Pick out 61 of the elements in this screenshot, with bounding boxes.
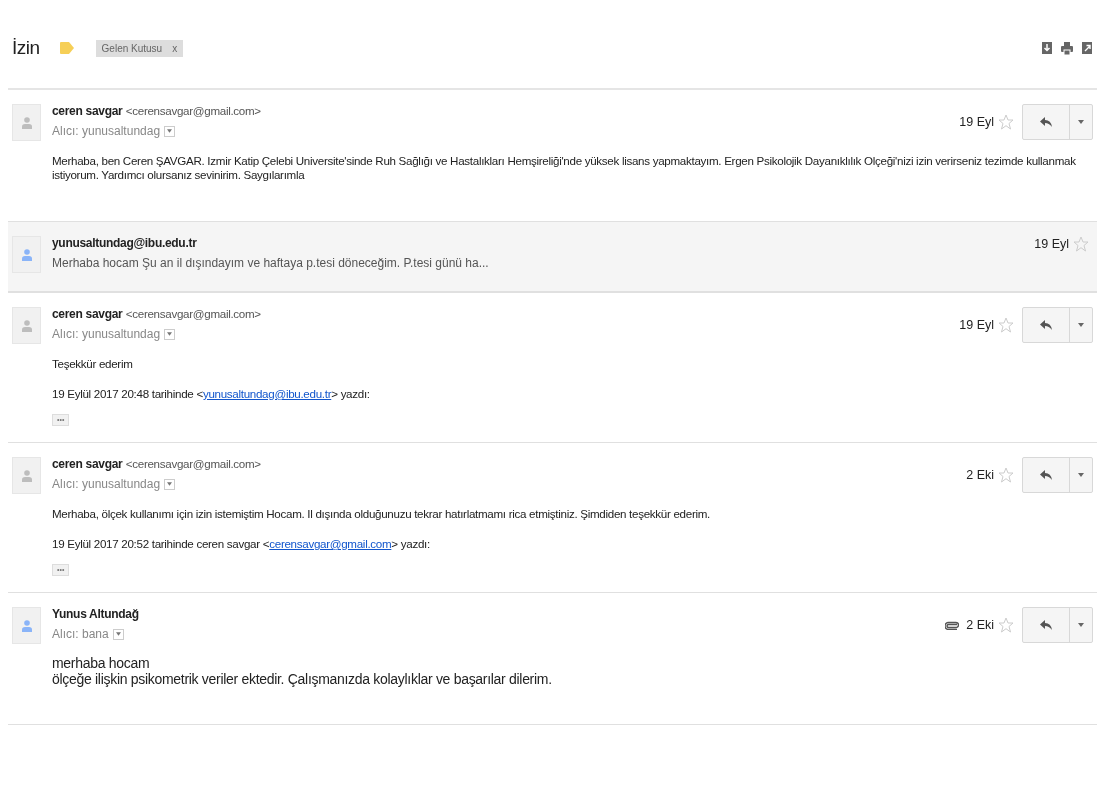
message-date: 19 Eyl xyxy=(1034,237,1069,251)
caret-icon xyxy=(167,332,173,336)
caret-icon xyxy=(1078,473,1084,477)
remove-label-button[interactable]: x xyxy=(172,42,178,54)
reply-button-group[interactable] xyxy=(1022,104,1093,140)
message-date: 2 Eki xyxy=(966,618,994,632)
sender-name: ceren savgar xyxy=(52,307,123,321)
message-body: Teşekkür ederim xyxy=(52,357,134,371)
details-dropdown[interactable] xyxy=(164,328,176,340)
label-chip[interactable]: Gelen Kutusu x xyxy=(95,39,184,57)
email-link[interactable]: yunusaltundag@ibu.edu.tr xyxy=(202,387,332,400)
reply-icon xyxy=(1040,117,1052,127)
star-icon[interactable] xyxy=(998,617,1014,633)
reply-icon xyxy=(1040,320,1052,330)
sender-email: <cerensavgar@gmail.com> xyxy=(125,104,261,117)
recipient-text: Alıcı: yunusaltundag xyxy=(52,477,161,491)
sender-name: Yunus Altundağ xyxy=(52,607,139,621)
sender-name: ceren savgar xyxy=(52,457,123,471)
message-date: 19 Eyl xyxy=(959,115,994,129)
sender-email: <cerensavgar@gmail.com> xyxy=(125,307,261,320)
reply-button-group[interactable] xyxy=(1022,607,1093,643)
recipient-text: Alıcı: yunusaltundag xyxy=(52,327,161,341)
star-icon[interactable] xyxy=(998,114,1014,130)
message-body: Merhaba, ölçek kullanımı için izin istemiştim Hocam. Il dışında olduğunuzu tekrar hatırlatmamı rica etmiştiniz. Şimdiden teşekkür ederim. xyxy=(52,507,711,521)
sender-name: yunusaltundag@ibu.edu.tr xyxy=(52,236,197,250)
open-in-new-window-icon[interactable] xyxy=(1081,41,1093,55)
sender-name: ceren savgar xyxy=(52,104,123,118)
reply-icon xyxy=(1040,470,1052,480)
quote-header: 19 Eylül 2017 20:48 tarihinde <yunusaltundag@ibu.edu.tr> yazdı: xyxy=(52,387,371,400)
message-date: 2 Eki xyxy=(966,468,994,482)
details-dropdown[interactable] xyxy=(164,125,176,137)
message-snippet: Merhaba hocam Şu an il dışındayım ve haftaya p.tesi döneceğim. P.tesi günü ha... xyxy=(52,256,490,270)
reply-icon xyxy=(1040,620,1052,630)
details-dropdown[interactable] xyxy=(164,478,176,490)
caret-icon xyxy=(167,129,173,133)
star-icon[interactable] xyxy=(998,317,1014,333)
label-tag-icon[interactable] xyxy=(59,42,74,54)
recipient-text: Alıcı: bana xyxy=(52,627,109,641)
download-icon[interactable] xyxy=(1041,41,1053,55)
details-dropdown[interactable] xyxy=(112,628,124,640)
message-body: Merhaba, ben Ceren ŞAVGAR. Izmir Katip Çelebi Universite'sinde Ruh Sağlığı ve Hastalıkları Hemşireliği'nde yüksek lisans yapmaktayım. Ergen Psikolojik Dayanıklılık Olçeği'nizi izin verirseniz tezimde kullanmak istiyorum. Yardımcı olursanız sevinirim. Saygılarımla xyxy=(52,154,1077,182)
print-icon[interactable] xyxy=(1061,41,1073,55)
message-body: merhaba hocam ölçeğe ilişkin psikometrik veriler ektedir. Çalışmanızda kolaylıklar ve başarılar dilerim. xyxy=(52,655,553,687)
quote-header: 19 Eylül 2017 20:52 tarihinde ceren savgar <cerensavgar@gmail.com> yazdı: xyxy=(52,537,431,550)
recipient-text: Alıcı: yunusaltundag xyxy=(52,124,161,138)
label-text: Gelen Kutusu xyxy=(101,42,163,54)
caret-icon xyxy=(115,632,121,636)
caret-icon xyxy=(1078,323,1084,327)
reply-button-group[interactable] xyxy=(1022,457,1093,493)
reply-button-group[interactable] xyxy=(1022,307,1093,343)
sender-email: <cerensavgar@gmail.com> xyxy=(125,457,261,470)
star-icon[interactable] xyxy=(998,467,1014,483)
collapsed-message[interactable]: yunusaltundag@ibu.edu.tr Merhaba hocam Şu an il dışındayım ve haftaya p.tesi döneceğim. P.tesi günü ha... 19 Eyl xyxy=(8,222,1097,293)
caret-icon xyxy=(1078,120,1084,124)
message-date: 19 Eyl xyxy=(959,318,994,332)
thread-title: İzin xyxy=(12,37,40,59)
email-link[interactable]: cerensavgar@gmail.com xyxy=(269,537,392,550)
caret-icon xyxy=(167,482,173,486)
caret-icon xyxy=(1078,623,1084,627)
paperclip-icon xyxy=(945,620,960,630)
star-icon[interactable] xyxy=(1073,236,1089,252)
